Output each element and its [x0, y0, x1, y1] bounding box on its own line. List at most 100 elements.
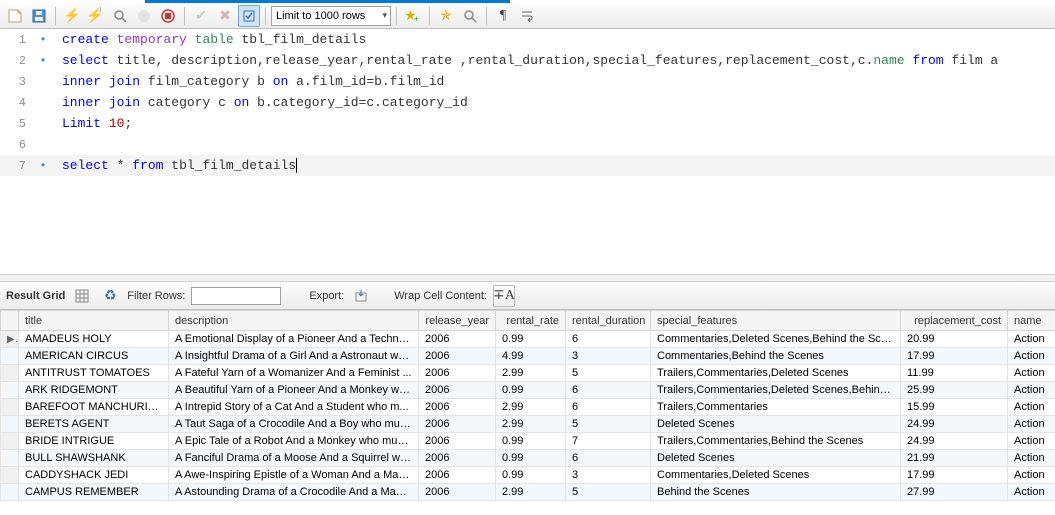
row-handle[interactable]	[1, 467, 19, 484]
cell[interactable]: 0.99	[496, 467, 566, 484]
table-row[interactable]: ARK RIDGEMONTA Beautiful Yarn of a Pione…	[1, 382, 1055, 399]
cell[interactable]: Action	[1008, 484, 1055, 501]
cell[interactable]: Commentaries,Behind the Scenes	[651, 348, 901, 365]
cell[interactable]: 2.99	[496, 416, 566, 433]
execute-current-icon[interactable]: ⚡I	[85, 5, 107, 27]
cell[interactable]: 3	[566, 467, 651, 484]
cell[interactable]: Action	[1008, 348, 1055, 365]
row-handle[interactable]	[1, 416, 19, 433]
autocommit-icon[interactable]	[238, 5, 260, 27]
export-icon[interactable]	[350, 285, 372, 307]
code-line[interactable]: 4inner join category c on b.category_id=…	[0, 92, 1055, 113]
save-icon[interactable]	[28, 5, 50, 27]
row-handle[interactable]	[1, 399, 19, 416]
find-icon[interactable]	[459, 5, 481, 27]
cell[interactable]: 7	[566, 433, 651, 450]
cell[interactable]: 2006	[419, 382, 496, 399]
cell[interactable]: 21.99	[901, 450, 1008, 467]
cell[interactable]: 0.99	[496, 382, 566, 399]
cell[interactable]: Action	[1008, 365, 1055, 382]
cell[interactable]: 5	[566, 484, 651, 501]
code-text[interactable]: create temporary table tbl_film_details	[52, 32, 366, 47]
cell[interactable]: Deleted Scenes	[651, 416, 901, 433]
cell[interactable]: 6	[566, 382, 651, 399]
code-text[interactable]: inner join film_category b on a.film_id=…	[52, 74, 444, 89]
splitter[interactable]	[0, 274, 1055, 282]
table-row[interactable]: BULL SHAWSHANKA Fanciful Drama of a Moos…	[1, 450, 1055, 467]
cell[interactable]: Action	[1008, 331, 1055, 348]
refresh-icon[interactable]: ♻	[99, 285, 121, 307]
cell[interactable]: 17.99	[901, 467, 1008, 484]
cell[interactable]: Trailers,Commentaries,Deleted Scenes,Beh…	[651, 382, 901, 399]
code-line[interactable]: 5Limit 10;	[0, 113, 1055, 134]
cell[interactable]: Commentaries,Deleted Scenes,Behind the S…	[651, 331, 901, 348]
row-handle[interactable]	[1, 348, 19, 365]
row-handle[interactable]	[1, 484, 19, 501]
cell[interactable]: 24.99	[901, 433, 1008, 450]
table-row[interactable]: CADDYSHACK JEDIA Awe-Inspiring Epistle o…	[1, 467, 1055, 484]
cell[interactable]: 4.99	[496, 348, 566, 365]
table-row[interactable]: BAREFOOT MANCHURIANA Intrepid Story of a…	[1, 399, 1055, 416]
cell[interactable]: 20.99	[901, 331, 1008, 348]
favorite-icon[interactable]: ★+	[402, 5, 424, 27]
cell[interactable]: Commentaries,Deleted Scenes	[651, 467, 901, 484]
column-header[interactable]: replacement_cost	[901, 311, 1008, 331]
code-line[interactable]: 1•create temporary table tbl_film_detail…	[0, 29, 1055, 50]
cell[interactable]: 6	[566, 450, 651, 467]
cell[interactable]: AMERICAN CIRCUS	[19, 348, 169, 365]
column-header[interactable]: rental_rate	[496, 311, 566, 331]
column-header[interactable]: rental_duration	[566, 311, 651, 331]
cell[interactable]: A Beautiful Yarn of a Pioneer And a Monk…	[169, 382, 419, 399]
sql-editor[interactable]: 1•create temporary table tbl_film_detail…	[0, 29, 1055, 274]
column-header[interactable]: description	[169, 311, 419, 331]
cell[interactable]: Action	[1008, 433, 1055, 450]
table-row[interactable]: ANTITRUST TOMATOESA Fateful Yarn of a Wo…	[1, 365, 1055, 382]
cell[interactable]: 15.99	[901, 399, 1008, 416]
cell[interactable]: 2006	[419, 365, 496, 382]
cell[interactable]: A Awe-Inspiring Epistle of a Woman And a…	[169, 467, 419, 484]
cell[interactable]: 0.99	[496, 331, 566, 348]
code-text[interactable]: select * from tbl_film_details	[52, 158, 297, 173]
table-row[interactable]: CAMPUS REMEMBERA Astounding Drama of a C…	[1, 484, 1055, 501]
cell[interactable]: 3	[566, 348, 651, 365]
cell[interactable]: Trailers,Commentaries,Deleted Scenes	[651, 365, 901, 382]
table-row[interactable]: ▶AMADEUS HOLYA Emotional Display of a Pi…	[1, 331, 1055, 348]
cell[interactable]: A Fanciful Drama of a Moose And a Squirr…	[169, 450, 419, 467]
cell[interactable]: 6	[566, 399, 651, 416]
row-handle[interactable]	[1, 382, 19, 399]
table-row[interactable]: BERETS AGENTA Taut Saga of a Crocodile A…	[1, 416, 1055, 433]
cell[interactable]: 2006	[419, 416, 496, 433]
cell[interactable]: Trailers,Commentaries	[651, 399, 901, 416]
filter-rows-input[interactable]	[191, 287, 281, 305]
cell[interactable]: 24.99	[901, 416, 1008, 433]
cell[interactable]: 2006	[419, 348, 496, 365]
cell[interactable]: A Insightful Drama of a Girl And a Astro…	[169, 348, 419, 365]
cell[interactable]: Behind the Scenes	[651, 484, 901, 501]
column-header[interactable]: name	[1008, 311, 1055, 331]
cell[interactable]: A Intrepid Story of a Cat And a Student …	[169, 399, 419, 416]
cell[interactable]: Trailers,Commentaries,Behind the Scenes	[651, 433, 901, 450]
cell[interactable]: 2.99	[496, 399, 566, 416]
cell[interactable]: 2006	[419, 433, 496, 450]
cell[interactable]: CADDYSHACK JEDI	[19, 467, 169, 484]
cell[interactable]: A Astounding Drama of a Crocodile And a …	[169, 484, 419, 501]
cell[interactable]: 11.99	[901, 365, 1008, 382]
toggle-wrap-icon[interactable]	[516, 5, 538, 27]
row-handle-header[interactable]	[1, 311, 19, 331]
code-line[interactable]: 6	[0, 134, 1055, 155]
cell[interactable]: 2.99	[496, 365, 566, 382]
cell[interactable]: A Taut Saga of a Crocodile And a Boy who…	[169, 416, 419, 433]
cell[interactable]: 2006	[419, 450, 496, 467]
cell[interactable]: AMADEUS HOLY	[19, 331, 169, 348]
cell[interactable]: CAMPUS REMEMBER	[19, 484, 169, 501]
cell[interactable]: BULL SHAWSHANK	[19, 450, 169, 467]
cell[interactable]: 2006	[419, 467, 496, 484]
cell[interactable]: 17.99	[901, 348, 1008, 365]
cell[interactable]: Action	[1008, 399, 1055, 416]
wrap-content-icon[interactable]: ∓A	[493, 285, 515, 307]
code-text[interactable]: inner join category c on b.category_id=c…	[52, 95, 468, 110]
cell[interactable]: Action	[1008, 467, 1055, 484]
code-line[interactable]: 2•select title, description,release_year…	[0, 50, 1055, 71]
cell[interactable]: Action	[1008, 416, 1055, 433]
cell[interactable]: A Fateful Yarn of a Womanizer And a Femi…	[169, 365, 419, 382]
